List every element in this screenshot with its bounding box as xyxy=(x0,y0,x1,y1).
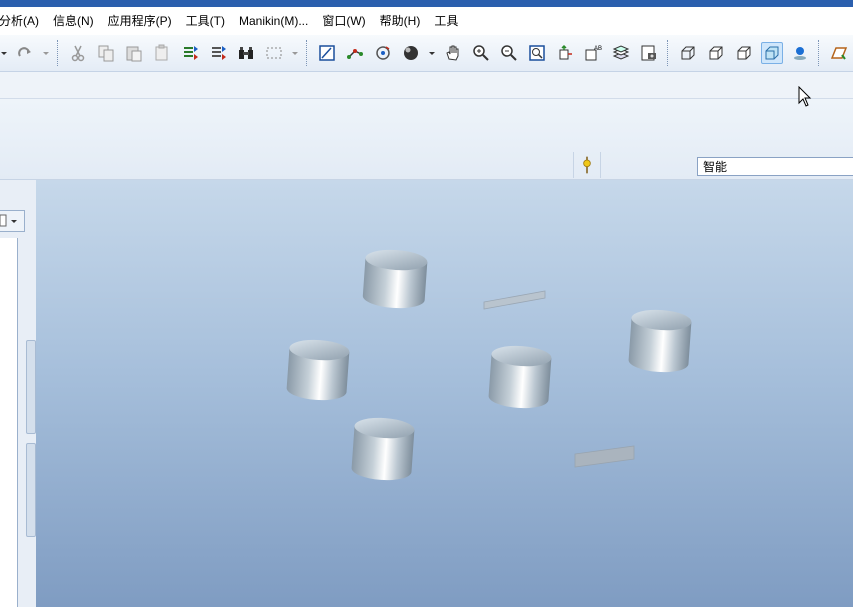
menu-info[interactable]: 信息(N) xyxy=(46,7,101,35)
menu-tools-extra[interactable]: 工具 xyxy=(427,7,465,35)
block-part[interactable] xyxy=(483,290,546,310)
toolbar-separator xyxy=(667,40,670,66)
menu-bar: 分析(A) 信息(N) 应用程序(P) 工具(T) Manikin(M)... … xyxy=(0,7,853,35)
shading-icon[interactable] xyxy=(761,42,783,64)
reorient-icon[interactable] xyxy=(554,42,576,64)
window-title-bar xyxy=(0,0,853,7)
model-tree-header[interactable] xyxy=(0,210,25,232)
secondary-toolbar xyxy=(0,72,853,99)
cylinder-part[interactable] xyxy=(351,416,415,482)
datum-icon[interactable] xyxy=(344,42,366,64)
toolbar-separator xyxy=(818,40,821,66)
cylinder-part[interactable] xyxy=(362,248,428,310)
selection-filter-select[interactable]: 智能 xyxy=(697,157,853,176)
block-part[interactable] xyxy=(574,445,635,468)
redo-dropdown-icon[interactable] xyxy=(42,42,50,64)
hidden-line-icon[interactable] xyxy=(705,42,727,64)
toolbar-separator xyxy=(57,40,60,66)
paste-icon[interactable] xyxy=(123,42,145,64)
cylinder-part[interactable] xyxy=(488,344,552,410)
no-hidden-icon[interactable] xyxy=(733,42,755,64)
regenerate-icon[interactable] xyxy=(179,42,201,64)
regenerate-manager-icon[interactable] xyxy=(207,42,229,64)
menu-help[interactable]: 帮助(H) xyxy=(373,7,428,35)
select-box-icon[interactable] xyxy=(263,42,285,64)
cut-icon[interactable] xyxy=(67,42,89,64)
zoom-in-icon[interactable] xyxy=(470,42,492,64)
paste-special-icon[interactable] xyxy=(151,42,173,64)
copy-icon[interactable] xyxy=(95,42,117,64)
menu-analysis[interactable]: 分析(A) xyxy=(0,7,46,35)
status-light-icon[interactable] xyxy=(573,152,601,178)
cylinder-part[interactable] xyxy=(286,338,350,402)
appearance-dropdown-icon[interactable] xyxy=(428,42,436,64)
annotation-icon[interactable]: AB xyxy=(582,42,604,64)
menu-window[interactable]: 窗口(W) xyxy=(315,7,372,35)
sketch-plane-icon[interactable] xyxy=(828,42,850,64)
redo-icon[interactable] xyxy=(14,42,36,64)
select-dropdown-icon[interactable] xyxy=(291,42,299,64)
toolbar-separator xyxy=(306,40,309,66)
refit-icon[interactable] xyxy=(526,42,548,64)
panel-resize-handle[interactable] xyxy=(26,340,36,434)
model-scene xyxy=(42,248,853,482)
appearance-icon[interactable] xyxy=(400,42,422,64)
dropdown-arrow-icon[interactable] xyxy=(0,42,8,64)
zoom-out-icon[interactable] xyxy=(498,42,520,64)
menu-manikin[interactable]: Manikin(M)... xyxy=(232,7,315,35)
datum-plane-edge xyxy=(42,298,853,299)
cylinder-part[interactable] xyxy=(628,308,692,374)
panel-resize-handle[interactable] xyxy=(26,443,36,537)
find-icon[interactable] xyxy=(235,42,257,64)
model-tree-list[interactable] xyxy=(0,238,18,607)
graphics-window[interactable] xyxy=(36,180,853,607)
menu-tools[interactable]: 工具(T) xyxy=(179,7,232,35)
menu-applications[interactable]: 应用程序(P) xyxy=(101,7,179,35)
wireframe-icon[interactable] xyxy=(677,42,699,64)
main-toolbar: AB xyxy=(0,35,853,72)
model-tree-panel xyxy=(0,180,37,607)
layers-icon[interactable] xyxy=(610,42,632,64)
sketch-icon[interactable] xyxy=(316,42,338,64)
enhanced-realism-icon[interactable] xyxy=(789,42,811,64)
svg-text:AB: AB xyxy=(594,46,602,52)
pan-icon[interactable] xyxy=(442,42,464,64)
spin-center-icon[interactable] xyxy=(372,42,394,64)
saved-views-icon[interactable] xyxy=(638,42,660,64)
mouse-cursor-icon xyxy=(798,86,812,107)
